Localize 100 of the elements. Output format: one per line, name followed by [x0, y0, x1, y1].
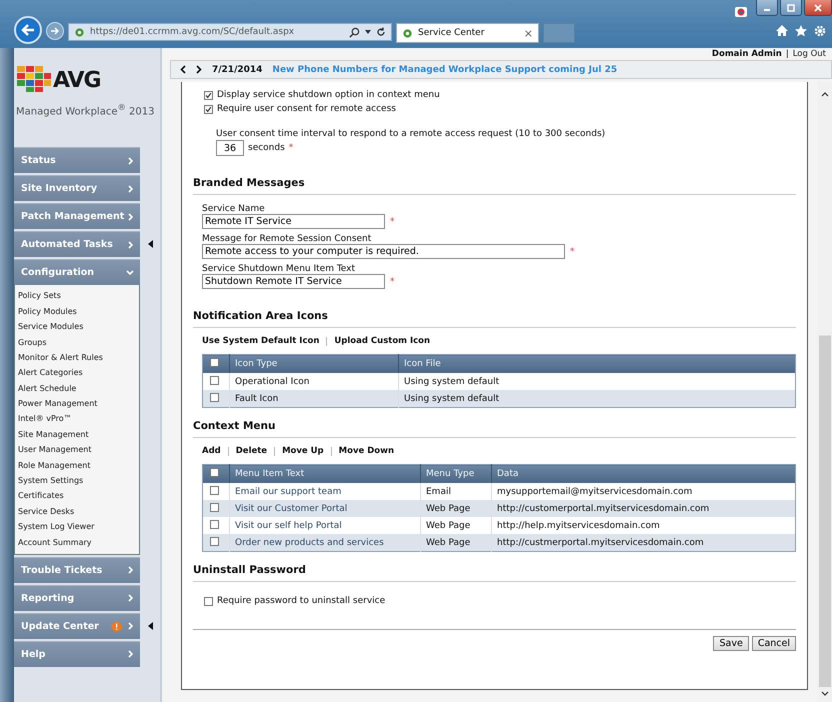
chevron-right-icon	[128, 156, 134, 165]
toolbar-link[interactable]: Move Down	[338, 446, 394, 456]
field-label: Service Name	[202, 204, 266, 214]
arrow-left-icon	[20, 23, 36, 37]
cancel-button[interactable]: Cancel	[752, 636, 796, 651]
chevron-down-icon	[126, 270, 134, 276]
row-checkbox[interactable]	[210, 520, 219, 528]
sidebar-subitem[interactable]: Alert Categories	[18, 365, 139, 381]
sidebar-subitem[interactable]: Service Modules	[18, 319, 139, 334]
table-cell: Web Page	[420, 500, 492, 517]
scroll-down-icon[interactable]	[821, 691, 829, 696]
sidebar-subitem[interactable]: Intel® vPro™	[18, 411, 139, 427]
tab-close-button[interactable]: ×	[524, 26, 533, 40]
sidebar-subitem[interactable]: Alert Schedule	[18, 380, 139, 396]
scroll-up-icon[interactable]	[821, 92, 829, 97]
required-mark: *	[390, 276, 394, 286]
home-icon[interactable]	[776, 25, 788, 36]
toolbar-link[interactable]: Add	[202, 446, 221, 456]
column-header: Menu Item Text	[230, 464, 420, 483]
column-header: Icon File	[398, 354, 796, 373]
user-name: Domain Admin	[712, 49, 782, 59]
maximize-icon	[787, 4, 795, 12]
settings-icon[interactable]	[814, 25, 826, 37]
refresh-icon[interactable]	[376, 27, 386, 37]
star-icon[interactable]	[795, 25, 807, 37]
seconds-field[interactable]: 36	[216, 140, 244, 156]
search-icon[interactable]	[349, 26, 360, 38]
checkbox[interactable]	[204, 90, 213, 100]
sidebar-subitem[interactable]: System Log Viewer	[18, 519, 139, 535]
collapse-arrow-icon[interactable]	[148, 240, 153, 248]
product-name: Managed Workplace$^{®}$ 2013	[16, 102, 156, 118]
row-checkbox[interactable]	[210, 486, 219, 494]
field-label: Message for Remote Session Consent	[202, 234, 372, 244]
section-heading: Context Menu	[193, 420, 796, 438]
chevron-right-icon	[128, 184, 134, 193]
table-cell: Order new products and services	[230, 534, 420, 552]
toolbar-link[interactable]: Delete	[236, 446, 268, 456]
sidebar-subitem[interactable]: Site Management	[18, 426, 139, 442]
chevron-right-icon	[128, 622, 134, 630]
section-heading: Branded Messages	[193, 177, 796, 195]
column-header: Data	[492, 464, 796, 483]
sidebar-subitem[interactable]: Account Summary	[18, 534, 139, 550]
unit-label: seconds	[248, 143, 285, 153]
toolbar-link[interactable]: Move Up	[282, 446, 324, 456]
caret-icon[interactable]	[365, 30, 371, 34]
select-all-checkbox[interactable]	[210, 358, 219, 367]
logo-icon	[17, 66, 51, 92]
sidebar-subitem[interactable]: Certificates	[18, 488, 139, 504]
section-heading: Uninstall Password	[193, 564, 796, 582]
sidebar-subitem[interactable]: Role Management	[18, 458, 139, 474]
close-button[interactable]	[804, 0, 832, 16]
field-label: Service Shutdown Menu Item Text	[202, 264, 356, 274]
required-mark: *	[390, 216, 394, 226]
sidebar-subitem[interactable]: Policy Modules	[18, 304, 139, 320]
checkbox[interactable]	[204, 104, 213, 114]
site-icon	[734, 6, 748, 18]
row-checkbox[interactable]	[210, 392, 219, 402]
previous-icon[interactable]	[180, 65, 186, 74]
table-cell: Using system default	[398, 390, 796, 408]
minimize-button[interactable]	[756, 0, 778, 16]
checkbox[interactable]	[204, 596, 213, 606]
sidebar-subitem[interactable]: Monitor & Alert Rules	[18, 350, 139, 366]
sidebar-subitem[interactable]: System Settings	[18, 473, 139, 488]
save-button[interactable]: Save	[713, 636, 749, 651]
checkbox-label: Display service shutdown option in context menu	[217, 90, 440, 100]
back-button[interactable]	[14, 16, 42, 44]
toolbar-link[interactable]: Use System Default Icon	[202, 336, 320, 346]
browser-tab[interactable]: Service Center ×	[396, 23, 539, 43]
tab-title: Service Center	[418, 28, 486, 38]
column-header: Icon Type	[230, 354, 398, 373]
table-cell: Web Page	[420, 534, 492, 552]
select-all-checkbox[interactable]	[210, 468, 219, 477]
text-field[interactable]: Remote access to your computer is required.	[202, 244, 565, 259]
row-checkbox[interactable]	[210, 502, 219, 512]
logout-link[interactable]: Log Out	[792, 49, 826, 59]
table-cell: Visit our Customer Portal	[230, 500, 420, 517]
sidebar-subitem[interactable]: Groups	[18, 334, 139, 350]
collapse-arrow-icon[interactable]	[148, 622, 153, 630]
sidebar-subitem[interactable]: User Management	[18, 442, 139, 458]
sidebar-subitem[interactable]: Policy Sets	[18, 288, 139, 304]
row-checkbox[interactable]	[210, 376, 219, 384]
maximize-button[interactable]	[780, 0, 802, 16]
chevron-right-icon	[128, 566, 134, 574]
chevron-right-icon	[128, 212, 134, 221]
text-field[interactable]: Shutdown Remote IT Service	[202, 274, 385, 289]
sidebar-subitem[interactable]: Service Desks	[18, 504, 139, 520]
address-bar[interactable]: https://de01.ccrmm.avg.com/SC/default.aspx	[68, 23, 392, 41]
row-checkbox[interactable]	[210, 536, 219, 546]
chevron-right-icon	[128, 240, 134, 249]
toolbar-link[interactable]: Upload Custom Icon	[334, 336, 430, 346]
sidebar-subitem[interactable]: Power Management	[18, 396, 139, 412]
logo-text: AVG	[53, 70, 101, 92]
next-icon[interactable]	[196, 65, 202, 74]
chevron-right-icon	[128, 650, 134, 658]
text-field[interactable]: Remote IT Service	[202, 214, 385, 229]
forward-button[interactable]	[46, 22, 64, 40]
separator: |	[786, 49, 789, 59]
checkbox-label: Require password to uninstall service	[217, 596, 386, 606]
field-label: User consent time interval to respond to a remote access request (10 to 300 seconds)	[216, 129, 606, 139]
close-icon	[814, 4, 822, 12]
